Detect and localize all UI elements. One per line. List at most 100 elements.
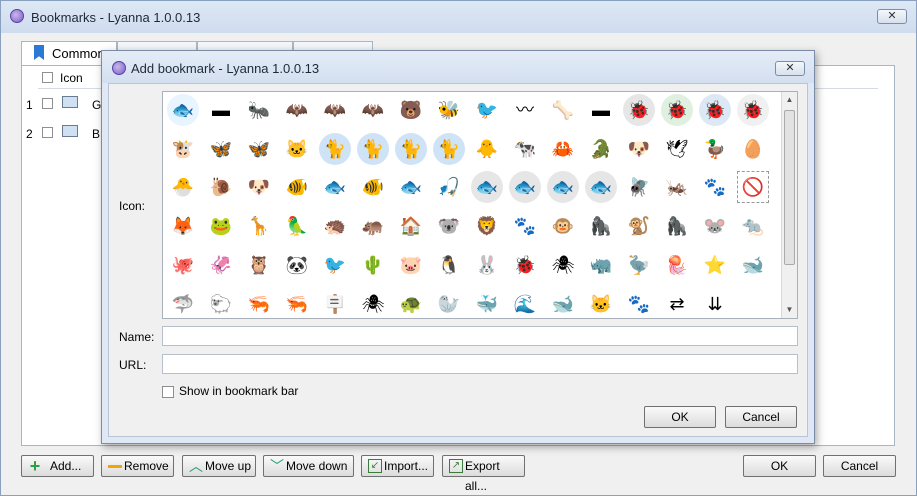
giraffe-icon[interactable]: 🦒 [243, 210, 275, 243]
cat-delete-icon[interactable]: 🐈 [433, 132, 465, 165]
signpost-icon[interactable]: 🪧 [319, 287, 351, 318]
select-all-checkbox[interactable] [42, 72, 53, 83]
monkey-icon[interactable]: 🐵 [547, 210, 579, 243]
url-field[interactable] [162, 354, 798, 374]
crocodile-icon[interactable]: 🐊 [585, 132, 617, 165]
ant-icon[interactable]: 🐜 [243, 94, 275, 126]
crab-icon[interactable]: 🦀 [547, 132, 579, 165]
walrus-icon[interactable]: 🦭 [433, 287, 465, 318]
spider-icon[interactable]: 🕷 [547, 248, 579, 281]
fishes-icon[interactable]: 🐟 [395, 171, 427, 204]
pig-icon[interactable]: 🐷 [395, 248, 427, 281]
remove-button[interactable]: Remove [101, 455, 174, 477]
main-ok-button[interactable]: OK [743, 455, 816, 477]
bug-add-icon[interactable]: 🐞 [661, 94, 693, 126]
egg-icon[interactable]: 🥚 [737, 132, 769, 165]
hatching-chick-icon[interactable]: 🐣 [167, 171, 199, 204]
dialog-cancel-button[interactable]: Cancel [725, 406, 797, 428]
rat-icon[interactable]: 🐀 [737, 210, 769, 243]
import-button[interactable]: ↙ Import... [361, 455, 434, 477]
fish-delete-icon[interactable]: 🐟 [585, 171, 617, 204]
bat-sleep-icon[interactable]: 🦇 [357, 94, 389, 126]
scroll-thumb[interactable] [784, 110, 795, 265]
parrot-icon[interactable]: 🦜 [281, 210, 313, 243]
bird-icon[interactable]: 🐦 [471, 94, 503, 126]
duck-icon[interactable]: 🦆 [699, 132, 731, 165]
bug-icon[interactable]: 🐞 [623, 94, 655, 126]
fish-gray-icon[interactable]: 🐟 [471, 171, 503, 204]
fish-orange-icon[interactable]: 🐠 [281, 171, 313, 204]
fish-green-icon[interactable]: 🐟 [319, 171, 351, 204]
tropical-fish-icon[interactable]: 🐠 [357, 171, 389, 204]
lion-icon[interactable]: 🦁 [471, 210, 503, 243]
swap-arrows-icon[interactable]: ⇄ [661, 287, 693, 318]
bowl-icon[interactable]: ▬ [585, 94, 617, 126]
show-in-bar-checkbox[interactable] [162, 386, 174, 398]
whale-tail-icon[interactable]: 🐋 [547, 287, 579, 318]
butterfly-icon[interactable]: 🦋 [205, 132, 237, 165]
monkey-2-icon[interactable]: 🐒 [623, 210, 655, 243]
starfish-icon[interactable]: ⭐ [699, 248, 731, 281]
cat-icon[interactable]: 🐱 [281, 132, 313, 165]
gorilla-2-icon[interactable]: 🦍 [661, 210, 693, 243]
bat-2-icon[interactable]: 🦇 [319, 94, 351, 126]
pelican-icon[interactable]: 🦤 [623, 248, 655, 281]
jellyfish-icon[interactable]: 🪼 [661, 248, 693, 281]
export-all-button[interactable]: ↗ Export all... [442, 455, 525, 493]
bug-delete-icon[interactable]: 🐞 [737, 94, 769, 126]
no-pets-icon[interactable]: 🚫 [737, 171, 769, 204]
row-checkbox[interactable] [42, 98, 53, 109]
bear-icon[interactable]: 🐻 [395, 94, 427, 126]
row-checkbox[interactable] [42, 127, 53, 138]
animal-tray-icon[interactable]: ▬ [205, 94, 237, 126]
kennel-icon[interactable]: 🏠 [395, 210, 427, 243]
dragonfly-icon[interactable]: 🪰 [623, 171, 655, 204]
butterfly-2-icon[interactable]: 🦋 [243, 132, 275, 165]
scroll-down-icon[interactable]: ▼ [782, 302, 797, 318]
octopus-icon[interactable]: 🐙 [167, 248, 199, 281]
hedgehog-icon[interactable]: 🦔 [319, 210, 351, 243]
penguin-icon[interactable]: 🐧 [433, 248, 465, 281]
fox-icon[interactable]: 🦊 [167, 210, 199, 243]
cicada-icon[interactable]: 🦗 [661, 171, 693, 204]
icon-picker-scrollbar[interactable]: ▲ ▼ [781, 92, 797, 318]
hippo-icon[interactable]: 🦛 [357, 210, 389, 243]
dialog-close-button[interactable]: ✕ [775, 61, 805, 76]
cat-ok-icon[interactable]: 🐈 [395, 132, 427, 165]
fishing-hook-icon[interactable]: 🎣 [433, 171, 465, 204]
pug-icon[interactable]: 🐶 [243, 171, 275, 204]
birds-icon[interactable]: 〰 [509, 94, 541, 126]
add-button[interactable]: + Add... [21, 455, 94, 477]
owl-icon[interactable]: 🦉 [243, 248, 275, 281]
orca-icon[interactable]: 🐋 [737, 248, 769, 281]
water-waves-icon[interactable]: 🌊 [509, 287, 541, 318]
ladybug-icon[interactable]: 🐞 [509, 248, 541, 281]
cat-silhouette-icon[interactable]: 🐈 [319, 132, 351, 165]
squid-icon[interactable]: 🦑 [205, 248, 237, 281]
bug-ok-icon[interactable]: 🐞 [699, 94, 731, 126]
bone-icon[interactable]: 🦴 [547, 94, 579, 126]
fishbowl-icon[interactable]: 🐟 [167, 94, 199, 126]
bat-icon[interactable]: 🦇 [281, 94, 313, 126]
spider-pink-icon[interactable]: 🕷 [357, 287, 389, 318]
bull-icon[interactable]: 🐮 [167, 132, 199, 165]
move-up-button[interactable]: ︿ Move up [182, 455, 256, 477]
bee-icon[interactable]: 🐝 [433, 94, 465, 126]
dog-icon[interactable]: 🐶 [623, 132, 655, 165]
fish-ok-icon[interactable]: 🐟 [547, 171, 579, 204]
icon-picker[interactable]: 🐟 ▬ 🐜 🦇 🦇 🦇 🐻 🐝 🐦 〰 🦴 ▬ 🐞 🐞 🐞 🐞 🐮 🦋 🦋 🐱 🐈 🐈 🐈 🐈 🐥 🐄 🦀 🐊 🐶 🕊 🦆 🥚 🐣 🐌 🐶 🐠 🐟 🐠 🐟 🎣… [162, 91, 798, 319]
shrimp-2-icon[interactable]: 🦐 [281, 287, 313, 318]
shrimp-icon[interactable]: 🦐 [243, 287, 275, 318]
window-close-button[interactable]: ✕ [877, 9, 907, 24]
chick-icon[interactable]: 🐥 [471, 132, 503, 165]
down-arrows-icon[interactable]: ⇊ [699, 287, 731, 318]
paw-icon[interactable]: 🐾 [699, 171, 731, 204]
scroll-up-icon[interactable]: ▲ [782, 92, 797, 108]
mouse-icon[interactable]: 🐭 [699, 210, 731, 243]
lost-pet-icon[interactable]: 🐾 [509, 210, 541, 243]
cat-add-icon[interactable]: 🐈 [357, 132, 389, 165]
dove-icon[interactable]: 🕊 [661, 132, 693, 165]
whale-icon[interactable]: 🐳 [471, 287, 503, 318]
main-cancel-button[interactable]: Cancel [823, 455, 896, 477]
move-down-button[interactable]: ﹀ Move down [263, 455, 354, 477]
